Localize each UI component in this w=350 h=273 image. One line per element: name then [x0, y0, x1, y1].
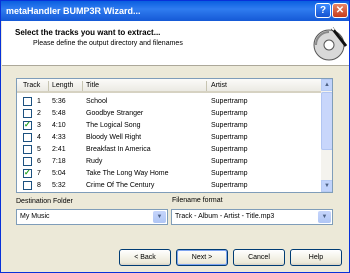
close-button[interactable]: ✕ — [332, 3, 348, 18]
track-checkbox[interactable] — [23, 168, 32, 178]
column-header-length[interactable]: Length — [52, 82, 73, 89]
table-row[interactable]: 5 2:41 Breakfast In America Supertramp — [17, 144, 321, 156]
track-list-header: Track Length Title Artist — [17, 79, 321, 93]
track-number-cell: 4 — [37, 134, 41, 141]
track-title-cell: Crime Of The Century — [86, 182, 155, 189]
filename-format-select[interactable]: Track - Album - Artist - Title.mp3 ▼ — [171, 209, 333, 225]
track-title-cell: Rudy — [86, 158, 103, 165]
help-button[interactable]: Help — [290, 249, 342, 266]
track-title-cell: Breakfast In America — [86, 146, 151, 153]
track-checkbox[interactable] — [23, 145, 32, 154]
page-heading: Select the tracks you want to extract... — [15, 28, 161, 37]
track-length-cell: 5:36 — [52, 98, 66, 105]
track-artist-cell: Supertramp — [211, 134, 248, 141]
track-checkbox[interactable] — [23, 157, 32, 166]
track-number-cell: 5 — [37, 146, 41, 153]
page-subheading: Please define the output directory and f… — [33, 40, 183, 47]
track-artist-cell: Supertramp — [211, 110, 248, 117]
help-title-button[interactable]: ? — [315, 3, 331, 18]
column-header-track[interactable]: Track — [23, 82, 40, 89]
track-number-cell: 3 — [37, 122, 41, 129]
track-number-cell: 7 — [37, 170, 41, 177]
track-number-cell: 6 — [37, 158, 41, 165]
track-length-cell: 7:18 — [52, 158, 66, 165]
cd-wand-icon — [313, 25, 348, 61]
column-divider[interactable] — [206, 81, 207, 91]
track-number-cell: 1 — [37, 98, 41, 105]
column-header-title[interactable]: Title — [86, 82, 99, 89]
track-length-cell: 4:33 — [52, 134, 66, 141]
track-checkbox[interactable] — [23, 109, 32, 118]
track-title-cell: Goodbye Stranger — [86, 110, 144, 117]
chevron-down-icon[interactable]: ▼ — [318, 211, 331, 223]
track-title-cell: Bloody Well Right — [86, 134, 142, 141]
track-list-scrollbar[interactable]: ▲ ▼ — [321, 79, 332, 192]
scroll-down-icon[interactable]: ▼ — [321, 180, 332, 192]
back-button[interactable]: < Back — [119, 249, 171, 266]
track-checkbox[interactable] — [23, 181, 32, 190]
track-artist-cell: Supertramp — [211, 98, 248, 105]
track-artist-cell: Supertramp — [211, 146, 248, 153]
title-bar[interactable]: metaHandler BUMP3R Wizard... ? ✕ — [1, 1, 349, 21]
track-number-cell: 8 — [37, 182, 41, 189]
track-title-cell: School — [86, 98, 108, 105]
table-row[interactable]: 2 5:48 Goodbye Stranger Supertramp — [17, 108, 321, 120]
cancel-button[interactable]: Cancel — [233, 249, 285, 266]
destination-folder-select[interactable]: My Music ▼ — [16, 209, 168, 225]
filename-format-label: Filename format — [172, 197, 223, 204]
table-row[interactable]: 6 7:18 Rudy Supertramp — [17, 156, 321, 168]
filename-format-value: Track - Album - Artist - Title.mp3 — [175, 213, 275, 220]
track-length-cell: 5:32 — [52, 182, 66, 189]
track-length-cell: 5:04 — [52, 170, 66, 177]
table-row[interactable]: 8 5:32 Crime Of The Century Supertramp — [17, 180, 321, 192]
track-artist-cell: Supertramp — [211, 182, 248, 189]
track-artist-cell: Supertramp — [211, 170, 248, 177]
scroll-up-icon[interactable]: ▲ — [321, 79, 332, 91]
table-row[interactable]: 93:23DreamerSupertramp — [17, 192, 321, 193]
window-title: metaHandler BUMP3R Wizard... — [6, 6, 141, 16]
track-checkbox[interactable] — [23, 120, 32, 130]
track-checkbox[interactable] — [23, 133, 32, 142]
track-title-cell: The Logical Song — [86, 122, 141, 129]
column-divider[interactable] — [48, 81, 49, 91]
destination-folder-label: Destination Folder — [16, 198, 73, 205]
table-row[interactable]: 7 5:04 Take The Long Way Home Supertramp — [17, 168, 321, 180]
track-artist-cell: Supertramp — [211, 122, 248, 129]
track-length-cell: 2:41 — [52, 146, 66, 153]
table-row[interactable]: 3 4:10 The Logical Song Supertramp — [17, 120, 321, 132]
track-title-cell: Take The Long Way Home — [86, 170, 169, 177]
track-number-cell: 2 — [37, 110, 41, 117]
track-list[interactable]: Track Length Title Artist 1 5:36 School Sup… — [16, 78, 333, 193]
wizard-header: Select the tracks you want to extract...… — [2, 21, 349, 66]
table-row[interactable]: 1 5:36 School Supertramp — [17, 96, 321, 108]
chevron-down-icon[interactable]: ▼ — [153, 211, 166, 223]
scroll-thumb[interactable] — [321, 92, 332, 150]
destination-folder-value: My Music — [20, 213, 50, 220]
column-divider[interactable] — [82, 81, 83, 91]
track-checkbox[interactable] — [23, 97, 32, 106]
track-length-cell: 5:48 — [52, 110, 66, 117]
track-length-cell: 4:10 — [52, 122, 66, 129]
track-artist-cell: Supertramp — [211, 158, 248, 165]
column-header-artist[interactable]: Artist — [211, 82, 227, 89]
next-button[interactable]: Next > — [176, 249, 228, 266]
table-row[interactable]: 4 4:33 Bloody Well Right Supertramp — [17, 132, 321, 144]
